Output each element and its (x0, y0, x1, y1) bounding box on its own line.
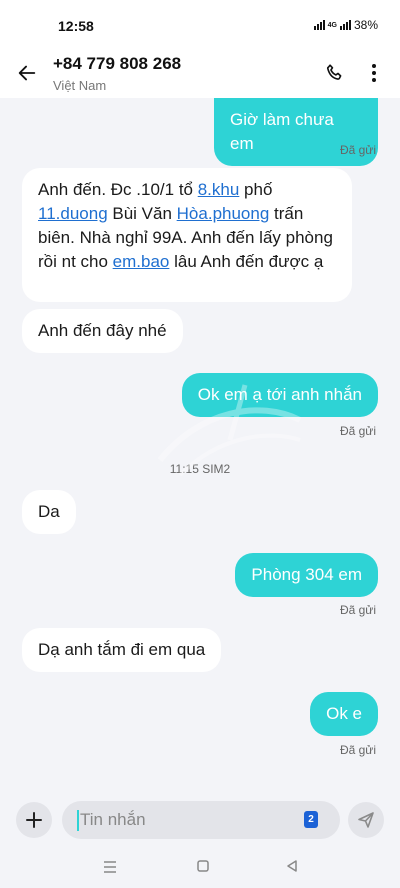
message-outgoing[interactable]: Phòng 304 em (235, 553, 378, 597)
message-incoming[interactable]: Dạ anh tắm đi em qua (22, 628, 222, 672)
message-text: Phòng 304 em (251, 565, 362, 584)
message-incoming[interactable]: Da (22, 490, 76, 534)
message-status: Đã gửi (339, 424, 376, 438)
message-input[interactable]: Tin nhắn 2 (62, 801, 340, 839)
contact-country: Việt Nam (53, 78, 107, 93)
message-text: lâu Anh đến được ạ (169, 252, 324, 271)
system-nav-bar (0, 846, 400, 888)
send-button[interactable] (348, 802, 384, 838)
message-link[interactable]: 8.khu (198, 180, 240, 199)
plus-icon (26, 812, 42, 828)
message-text: Anh đến đây nhé (38, 321, 167, 340)
message-incoming[interactable]: Anh đến. Đc .10/1 tổ 8.khu phố 11.duong … (22, 168, 352, 302)
back-arrow-icon[interactable] (16, 62, 38, 84)
message-link[interactable]: 11.duong (38, 204, 108, 223)
signal-icon-2 (339, 20, 351, 30)
text-cursor (77, 810, 79, 831)
watermark-logo (157, 384, 302, 477)
more-options-icon[interactable] (364, 62, 384, 84)
sim-selector-icon[interactable]: 2 (304, 811, 318, 828)
message-status: Đã gửi (339, 743, 376, 757)
contact-phone: +84 779 808 268 (53, 54, 182, 73)
phone-call-icon[interactable] (324, 62, 346, 84)
message-text: phố (239, 180, 273, 199)
nav-back-icon[interactable] (286, 860, 298, 872)
home-icon[interactable] (197, 860, 209, 872)
status-indicators: 4G 38% (313, 18, 378, 32)
message-status: Đã gửi (339, 603, 376, 617)
message-link[interactable]: Hòa.phuong (177, 204, 270, 223)
message-text: Da (38, 502, 60, 521)
message-text: Giờ làm chưa em (230, 110, 334, 153)
message-text: Dạ anh tắm đi em qua (38, 640, 206, 659)
send-icon (358, 812, 374, 828)
battery-level: 38% (353, 18, 378, 32)
message-status: Đã gửi (339, 143, 376, 157)
attach-button[interactable] (16, 802, 52, 838)
recent-apps-icon[interactable] (103, 861, 117, 873)
network-type: 4G (327, 21, 337, 29)
message-composer: Tin nhắn 2 (0, 792, 400, 846)
message-text: Anh đến. Đc .10/1 tổ (38, 180, 198, 199)
message-link[interactable]: em.bao (113, 252, 170, 271)
status-bar: 12:58 4G 38% (0, 0, 400, 52)
message-outgoing[interactable]: Ok e (310, 692, 378, 736)
input-placeholder: Tin nhắn (80, 810, 146, 829)
signal-icon (313, 20, 325, 30)
status-time: 12:58 (58, 18, 94, 34)
conversation-header: +84 779 808 268 Việt Nam (0, 52, 400, 98)
message-incoming[interactable]: Anh đến đây nhé (22, 309, 183, 353)
message-text: Bùi Văn (107, 204, 177, 223)
message-text: Ok e (326, 704, 362, 723)
